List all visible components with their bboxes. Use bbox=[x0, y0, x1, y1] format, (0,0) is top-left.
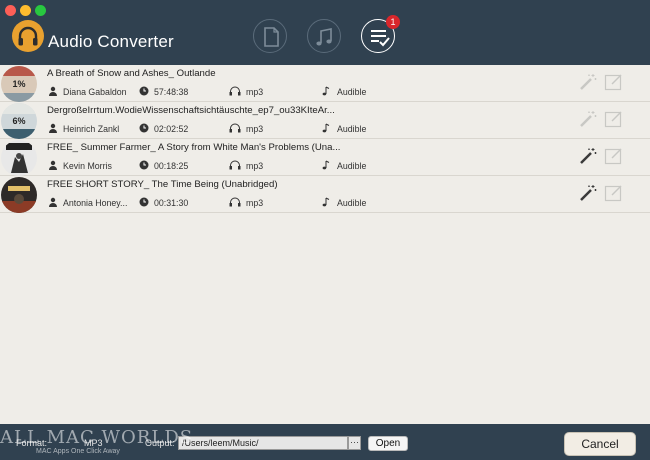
list-item[interactable]: 1% A Breath of Snow and Ashes_ Outlande … bbox=[0, 65, 650, 102]
person-icon bbox=[49, 160, 57, 170]
minimize-window-button[interactable] bbox=[20, 5, 31, 16]
browse-button[interactable]: ··· bbox=[348, 436, 361, 450]
open-button[interactable]: Open bbox=[368, 436, 408, 451]
list-item[interactable]: 6% DergroßeIrrtum.WodieWissenschaftsicht… bbox=[0, 102, 650, 139]
magic-wand-icon[interactable] bbox=[578, 183, 598, 203]
headphones-logo-icon bbox=[12, 20, 44, 52]
maximize-window-button[interactable] bbox=[35, 5, 46, 16]
edit-icon[interactable] bbox=[604, 110, 624, 128]
watermark-subtitle: MAC Apps One Click Away bbox=[36, 448, 120, 455]
book-format: mp3 bbox=[246, 161, 264, 171]
edit-icon[interactable] bbox=[604, 184, 624, 202]
book-cover-thumbnail bbox=[1, 140, 37, 176]
book-title: FREE SHORT STORY_ The Time Being (Unabri… bbox=[47, 179, 278, 190]
clock-icon bbox=[139, 160, 149, 170]
app-title: Audio Converter bbox=[48, 32, 174, 51]
book-cover-thumbnail: 6% bbox=[1, 103, 37, 139]
watermark: ALL MAC WORLDS MAC Apps One Click Away bbox=[0, 424, 192, 460]
music-note-icon bbox=[322, 160, 330, 170]
book-title: DergroßeIrrtum.WodieWissenschaftsichtäus… bbox=[47, 105, 335, 116]
headphones-icon bbox=[229, 86, 241, 96]
book-duration: 00:18:25 bbox=[154, 161, 189, 171]
book-author: Diana Gabaldon bbox=[63, 87, 127, 97]
person-icon bbox=[49, 197, 57, 207]
output-path-field[interactable]: /Users/leem/Music/ bbox=[178, 436, 348, 450]
book-title: FREE_ Summer Farmer_ A Story from White … bbox=[47, 142, 341, 153]
document-icon bbox=[264, 27, 279, 47]
clock-icon bbox=[139, 197, 149, 207]
edit-icon[interactable] bbox=[604, 147, 624, 165]
book-source: Audible bbox=[337, 87, 367, 97]
music-note-icon bbox=[322, 123, 330, 133]
cancel-button[interactable]: Cancel bbox=[564, 432, 636, 456]
document-tab-button[interactable] bbox=[253, 19, 287, 53]
clock-icon bbox=[139, 123, 149, 133]
book-duration: 00:31:30 bbox=[154, 198, 189, 208]
book-format: mp3 bbox=[246, 87, 264, 97]
magic-wand-icon[interactable] bbox=[578, 146, 598, 166]
music-icon bbox=[316, 28, 332, 46]
book-source: Audible bbox=[337, 124, 367, 134]
book-title: A Breath of Snow and Ashes_ Outlande bbox=[47, 68, 216, 79]
book-duration: 02:02:52 bbox=[154, 124, 189, 134]
music-tab-button[interactable] bbox=[307, 19, 341, 53]
list-item[interactable]: FREE_ Summer Farmer_ A Story from White … bbox=[0, 139, 650, 176]
header-bar: Audio Converter 1 bbox=[0, 0, 650, 65]
person-icon bbox=[49, 86, 57, 96]
audiobook-list: 1% A Breath of Snow and Ashes_ Outlande … bbox=[0, 65, 650, 213]
watermark-text: ALL MAC WORLDS bbox=[0, 427, 194, 448]
list-item[interactable]: FREE SHORT STORY_ The Time Being (Unabri… bbox=[0, 176, 650, 213]
notification-badge: 1 bbox=[386, 15, 400, 29]
book-cover-thumbnail: 1% bbox=[1, 66, 37, 102]
book-author: Antonia Honey... bbox=[63, 198, 128, 208]
headphones-icon bbox=[229, 197, 241, 207]
magic-wand-icon[interactable] bbox=[578, 72, 598, 92]
book-source: Audible bbox=[337, 161, 367, 171]
headphones-icon bbox=[229, 123, 241, 133]
book-author: Kevin Morris bbox=[63, 161, 112, 171]
magic-wand-icon[interactable] bbox=[578, 109, 598, 129]
book-cover-thumbnail bbox=[1, 177, 37, 213]
edit-icon[interactable] bbox=[604, 73, 624, 91]
book-source: Audible bbox=[337, 198, 367, 208]
music-note-icon bbox=[322, 197, 330, 207]
headphones-icon bbox=[229, 160, 241, 170]
progress-percent: 6% bbox=[12, 116, 26, 126]
music-note-icon bbox=[322, 86, 330, 96]
book-format: mp3 bbox=[246, 124, 264, 134]
clock-icon bbox=[139, 86, 149, 96]
progress-percent: 1% bbox=[12, 79, 26, 89]
person-icon bbox=[49, 123, 57, 133]
close-window-button[interactable] bbox=[5, 5, 16, 16]
book-format: mp3 bbox=[246, 198, 264, 208]
book-duration: 57:48:38 bbox=[154, 87, 189, 97]
book-author: Heinrich Zankl bbox=[63, 124, 120, 134]
